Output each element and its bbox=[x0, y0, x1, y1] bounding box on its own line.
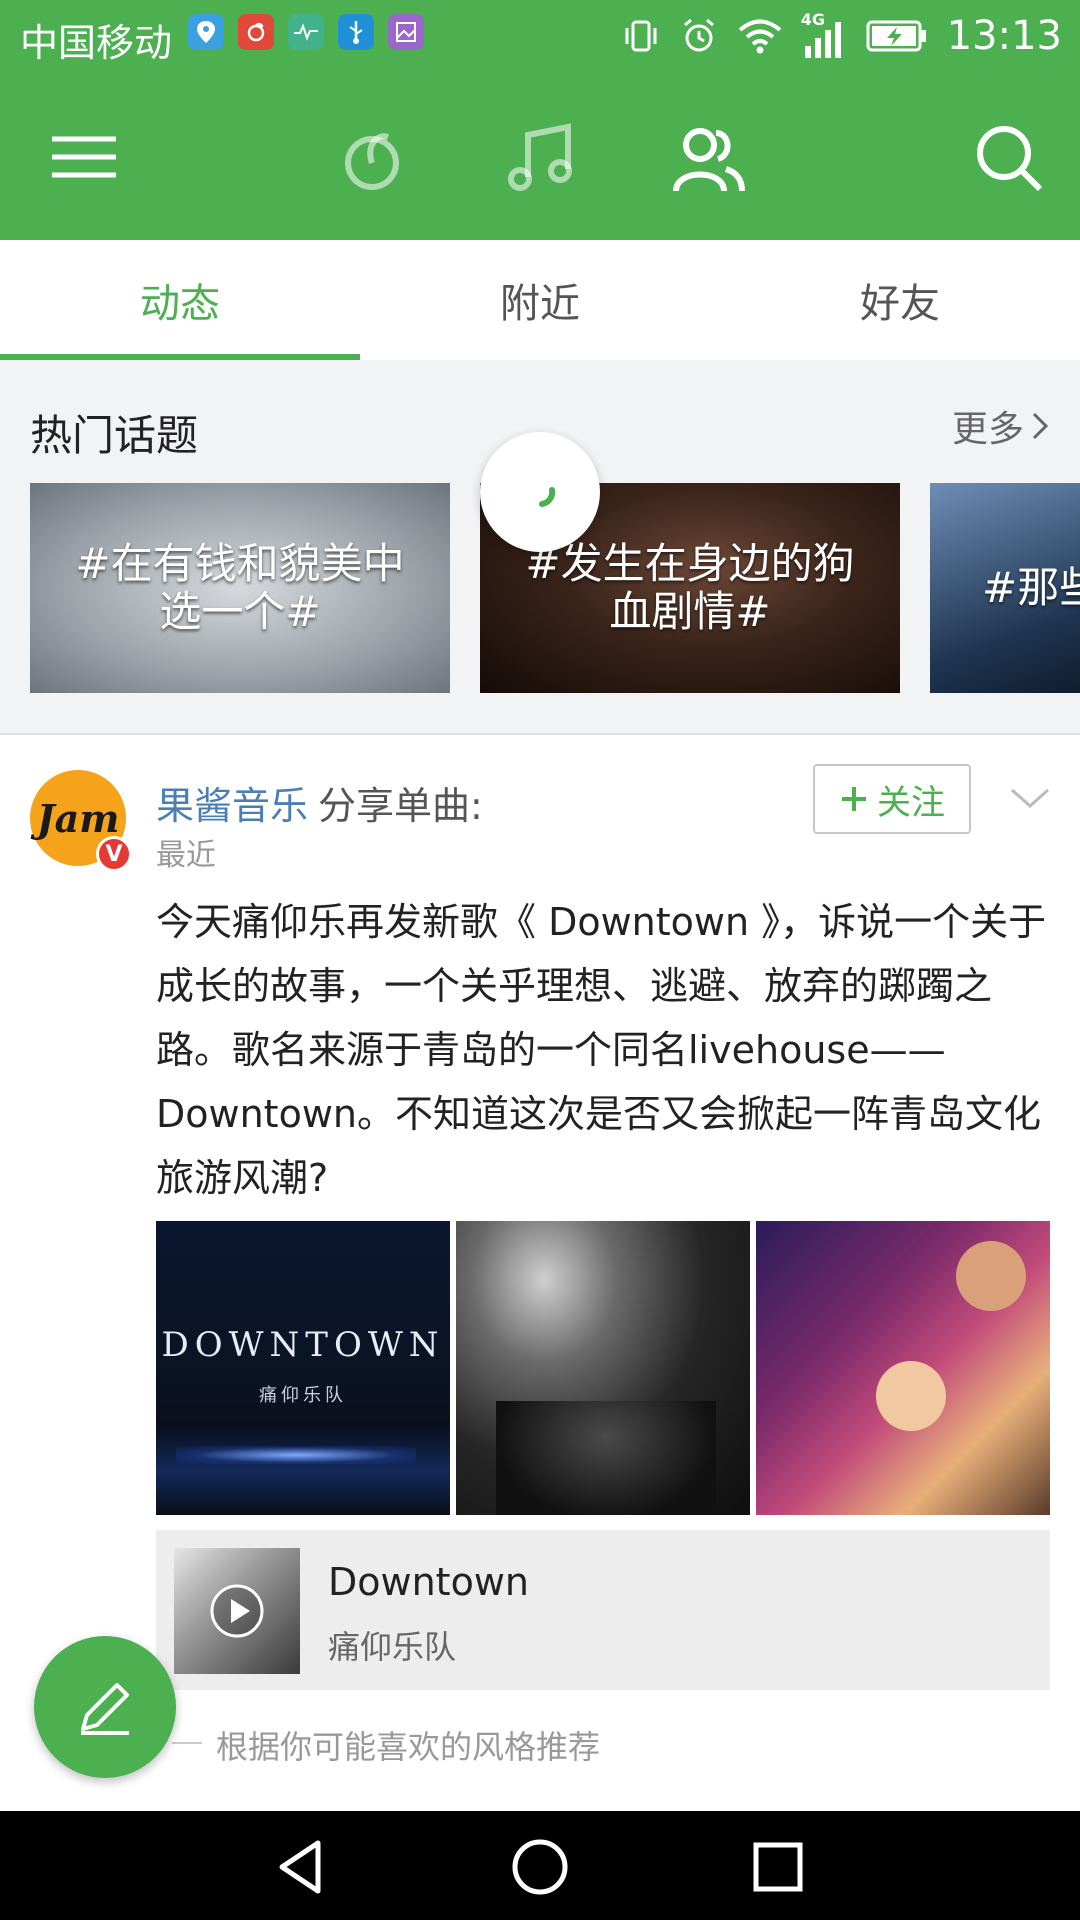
alarm-icon bbox=[683, 18, 714, 52]
more-label: 更多 bbox=[951, 409, 1024, 450]
post-content: 今天痛仰乐再发新歌《 Downtown 》，诉说一个关于成长的故事，一个关乎理想… bbox=[156, 900, 1047, 1200]
loading-spinner bbox=[480, 432, 600, 552]
battery-charging-icon bbox=[866, 20, 926, 52]
post-photo[interactable]: DOWNTOWN 痛仰乐队 bbox=[156, 1221, 450, 1515]
tab-friends[interactable]: 好友 bbox=[720, 240, 1080, 360]
topic-card[interactable]: #那些以上 bbox=[930, 483, 1080, 693]
hot-topics-title: 热门话题 bbox=[30, 411, 199, 460]
app-bar bbox=[0, 72, 1080, 240]
post-action: 分享单曲: bbox=[318, 784, 483, 828]
post-photo[interactable] bbox=[756, 1221, 1050, 1515]
recommend-divider bbox=[172, 1742, 202, 1744]
friends-icon[interactable] bbox=[668, 117, 748, 197]
sub-tabs: 动态 附近 好友 bbox=[0, 240, 1080, 360]
chevron-right-icon bbox=[1032, 412, 1049, 440]
song-title: Downtown bbox=[328, 1560, 529, 1604]
system-nav-bar bbox=[0, 1811, 1080, 1920]
follow-button[interactable]: 关注 bbox=[813, 764, 971, 834]
status-bar: 中国移动 4G 13:13 bbox=[0, 0, 1080, 72]
search-icon[interactable] bbox=[968, 117, 1048, 197]
active-tab-indicator bbox=[0, 354, 360, 360]
usb-icon bbox=[338, 14, 374, 50]
recents-icon[interactable] bbox=[746, 1835, 810, 1899]
verified-badge: V bbox=[96, 836, 132, 872]
post-time: 最近 bbox=[156, 838, 216, 873]
back-icon[interactable] bbox=[270, 1835, 334, 1899]
follow-label: 关注 bbox=[877, 782, 945, 823]
post-photo[interactable] bbox=[456, 1221, 750, 1515]
play-icon[interactable] bbox=[208, 1582, 266, 1640]
tab-feed[interactable]: 动态 bbox=[0, 240, 360, 360]
netease-music-icon bbox=[238, 14, 274, 50]
menu-icon[interactable] bbox=[43, 117, 123, 197]
health-icon bbox=[288, 14, 324, 50]
more-link[interactable]: 更多 bbox=[952, 400, 1050, 452]
topic-card-text: #在有钱和貌美中选一个# bbox=[75, 539, 405, 636]
song-artist: 痛仰乐队 bbox=[328, 1628, 457, 1666]
wifi-icon bbox=[738, 19, 782, 54]
topic-card[interactable]: #在有钱和貌美中选一个# bbox=[30, 483, 450, 693]
gallery-icon bbox=[388, 14, 424, 50]
plus-icon bbox=[842, 787, 866, 811]
carrier-label: 中国移动 bbox=[20, 21, 173, 65]
my-music-icon[interactable] bbox=[500, 117, 580, 197]
topic-card-text: #发生在身边的狗血剧情# bbox=[525, 539, 855, 636]
status-right: 4G 13:13 bbox=[621, 10, 1062, 60]
tab-nearby[interactable]: 附近 bbox=[360, 240, 720, 360]
post-header: 果酱音乐 分享单曲: bbox=[156, 775, 483, 830]
vibrate-icon bbox=[625, 20, 657, 52]
photo-subcaption: 痛仰乐队 bbox=[259, 1385, 347, 1406]
shared-song-card[interactable]: Downtown 痛仰乐队 bbox=[156, 1530, 1050, 1690]
clock: 13:13 bbox=[946, 13, 1062, 59]
photo-caption: DOWNTOWN bbox=[161, 1325, 445, 1365]
topic-card-text: #那些以上 bbox=[982, 563, 1080, 612]
username-link[interactable]: 果酱音乐 bbox=[156, 784, 308, 828]
avatar-text: Jam bbox=[36, 795, 120, 841]
chevron-down-icon[interactable] bbox=[1008, 784, 1052, 812]
notification-icons bbox=[188, 14, 424, 50]
pencil-icon bbox=[81, 1683, 129, 1735]
cellular-signal-icon: 4G bbox=[801, 10, 847, 60]
home-icon[interactable] bbox=[508, 1835, 572, 1899]
map-pin-icon bbox=[188, 14, 224, 50]
discover-music-icon[interactable] bbox=[332, 117, 412, 197]
song-cover bbox=[174, 1548, 300, 1674]
compose-button[interactable] bbox=[34, 1636, 176, 1778]
recommend-label: 根据你可能喜欢的风格推荐 bbox=[216, 1728, 601, 1766]
